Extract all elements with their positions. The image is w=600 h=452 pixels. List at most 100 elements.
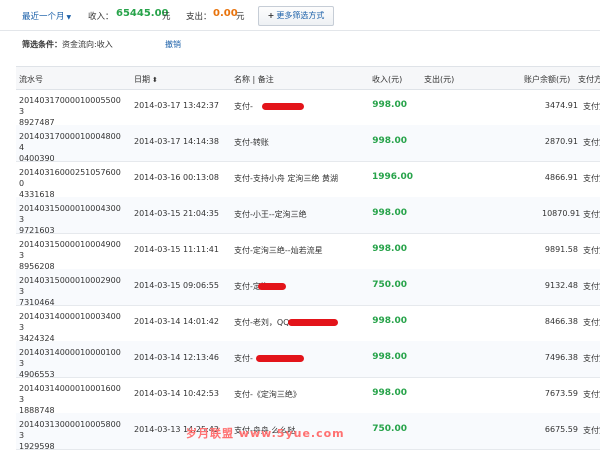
- channel-cell: 支付宝: [583, 138, 600, 147]
- date-cell: 2014-03-14 10:42:53: [134, 389, 219, 398]
- serial-cell: 20140317000010005500 3 8927487: [19, 95, 127, 128]
- expense-total: 0.00: [213, 8, 238, 19]
- date-cell: 2014-03-14 14:01:42: [134, 317, 219, 326]
- name-cell: 支付-老刘，QQ: [234, 318, 290, 327]
- channel-cell: 支付宝: [583, 426, 600, 435]
- header-date[interactable]: 日期 ⬍: [134, 74, 158, 85]
- serial-line-1: 20140317000010004800 4: [19, 132, 121, 152]
- income-cell: 998.00: [372, 316, 407, 326]
- header-serial: 流水号: [19, 75, 43, 84]
- summary-bar: 最近一个月 ▼ 收入： 65445.00 元 支出： 0.00 元 + 更多筛选方式: [0, 0, 600, 30]
- serial-line-1: 20140314000010000100 3: [19, 348, 121, 368]
- balance-cell: 8466.38: [544, 317, 578, 326]
- balance-cell: 9891.58: [544, 245, 578, 254]
- date-cell: 2014-03-15 11:11:41: [134, 245, 219, 254]
- income-total: 65445.00: [116, 8, 169, 19]
- expense-unit: 元: [236, 12, 245, 22]
- serial-cell: 20140315000010004900 3 8956208: [19, 239, 127, 272]
- table-header: 流水号 日期 ⬍ 名称 | 备注 收入(元) 支出(元) 账户余额(元) 支付方: [16, 67, 600, 90]
- balance-cell: 3474.91: [544, 101, 578, 110]
- table-row[interactable]: 20140315000010002900 3 7310464 2014-03-15 …: [16, 269, 600, 308]
- serial-line-1: 20140317000010005500 3: [19, 96, 121, 116]
- date-cell: 2014-03-15 09:06:55: [134, 281, 219, 290]
- name-cell: 支付-转账: [234, 138, 269, 147]
- serial-cell: 20140313000010005800 3 1929598: [19, 419, 127, 452]
- table-row[interactable]: 20140314000010000100 3 4906553 2014-03-14 …: [16, 341, 600, 380]
- table-row[interactable]: 20140314000010003400 3 3424324 2014-03-14 …: [16, 305, 600, 343]
- header-income: 收入(元): [372, 75, 403, 84]
- redaction-mark: [262, 103, 304, 110]
- income-cell: 998.00: [372, 100, 407, 110]
- name-cell: 支付-定洵三绝--灿若流星: [234, 246, 323, 255]
- serial-cell: 20140315000010002900 3 7310464: [19, 275, 127, 308]
- income-unit: 元: [162, 12, 171, 22]
- period-dropdown[interactable]: 最近一个月 ▼: [22, 10, 71, 22]
- serial-line-2: 1929598: [19, 442, 55, 451]
- date-cell: 2014-03-15 21:04:35: [134, 209, 219, 218]
- header-balance: 账户余额(元): [524, 75, 571, 84]
- balance-cell: 7673.59: [544, 389, 578, 398]
- name-cell: 支付-支持小舟 定洵三绝 黄湖: [234, 174, 338, 183]
- channel-cell: 支付宝: [583, 102, 600, 111]
- date-cell: 2014-03-16 00:13:08: [134, 173, 219, 182]
- filter-value: 资金流向:收入: [62, 40, 113, 49]
- filter-label: 筛选条件：: [22, 40, 62, 49]
- date-cell: 2014-03-17 13:42:37: [134, 101, 219, 110]
- table-row[interactable]: 20140316000251057600 0 4331618 2014-03-16 …: [16, 161, 600, 200]
- date-cell: 2014-03-14 12:13:46: [134, 353, 219, 362]
- balance-cell: 7496.38: [544, 353, 578, 362]
- channel-cell: 支付宝: [583, 246, 600, 255]
- name-cell: 支付-: [234, 354, 253, 363]
- table-row[interactable]: 20140317000010004800 4 0400390 2014-03-17 …: [16, 125, 600, 164]
- table-row[interactable]: 20140314000010001600 3 1888748 2014-03-14 …: [16, 377, 600, 416]
- income-cell: 998.00: [372, 388, 407, 398]
- balance-cell: 9132.48: [544, 281, 578, 290]
- header-date-label: 日期: [134, 75, 150, 84]
- serial-line-1: 20140313000010005800 3: [19, 420, 121, 440]
- period-label: 最近一个月: [22, 12, 65, 22]
- serial-cell: 20140317000010004800 4 0400390: [19, 131, 127, 164]
- income-cell: 998.00: [372, 244, 407, 254]
- redaction-mark: [288, 319, 338, 326]
- filter-bar: 筛选条件： 资金流向:收入 撤销: [0, 30, 600, 55]
- serial-cell: 20140315000010004300 3 9721603: [19, 203, 127, 236]
- serial-line-1: 20140316000251057600 0: [19, 168, 121, 188]
- channel-cell: 支付宝: [583, 354, 600, 363]
- table-row[interactable]: 20140317000010005500 3 8927487 2014-03-17 …: [16, 89, 600, 128]
- serial-cell: 20140316000251057600 0 4331618: [19, 167, 127, 200]
- name-cell: 支付-: [234, 102, 253, 111]
- channel-cell: 支付宝: [583, 282, 600, 291]
- serial-cell: 20140314000010000100 3 4906553: [19, 347, 127, 380]
- balance-cell: 10870.91: [542, 209, 581, 218]
- more-filters-label: 更多筛选方式: [276, 11, 325, 20]
- header-expense: 支出(元): [424, 75, 455, 84]
- income-cell: 998.00: [372, 208, 407, 218]
- watermark: 岁月联盟 www.5yue.com: [186, 427, 345, 440]
- income-cell: 1996.00: [372, 172, 413, 182]
- income-cell: 750.00: [372, 280, 407, 290]
- redaction-mark: [256, 355, 304, 362]
- channel-cell: 支付宝: [583, 390, 600, 399]
- serial-line-1: 20140315000010004900 3: [19, 240, 121, 260]
- header-channel: 支付方: [578, 75, 600, 84]
- income-label: 收入：: [88, 12, 114, 22]
- chevron-down-icon: ▼: [66, 14, 72, 21]
- serial-line-1: 20140314000010003400 3: [19, 312, 121, 332]
- income-cell: 998.00: [372, 136, 407, 146]
- name-cell: 支付-小王--定洵三绝: [234, 210, 307, 219]
- table-row[interactable]: 20140315000010004300 3 9721603 2014-03-15 …: [16, 197, 600, 236]
- more-filters-button[interactable]: + 更多筛选方式: [258, 6, 334, 26]
- channel-cell: 支付宝: [583, 318, 600, 327]
- table-row[interactable]: 20140315000010004900 3 8956208 2014-03-15 …: [16, 233, 600, 272]
- date-cell: 2014-03-17 14:14:38: [134, 137, 219, 146]
- sort-icon: ⬍: [152, 76, 158, 84]
- channel-cell: 支付宝: [583, 174, 600, 183]
- name-cell: 支付-《定洵三绝》: [234, 390, 301, 399]
- serial-cell: 20140314000010001600 3 1888748: [19, 383, 127, 416]
- income-cell: 998.00: [372, 352, 407, 362]
- transaction-table: 流水号 日期 ⬍ 名称 | 备注 收入(元) 支出(元) 账户余额(元) 支付方 …: [16, 66, 600, 451]
- expense-label: 支出：: [186, 12, 212, 22]
- serial-line-1: 20140314000010001600 3: [19, 384, 121, 404]
- channel-cell: 支付宝: [583, 210, 600, 219]
- undo-link[interactable]: 撤销: [165, 39, 181, 50]
